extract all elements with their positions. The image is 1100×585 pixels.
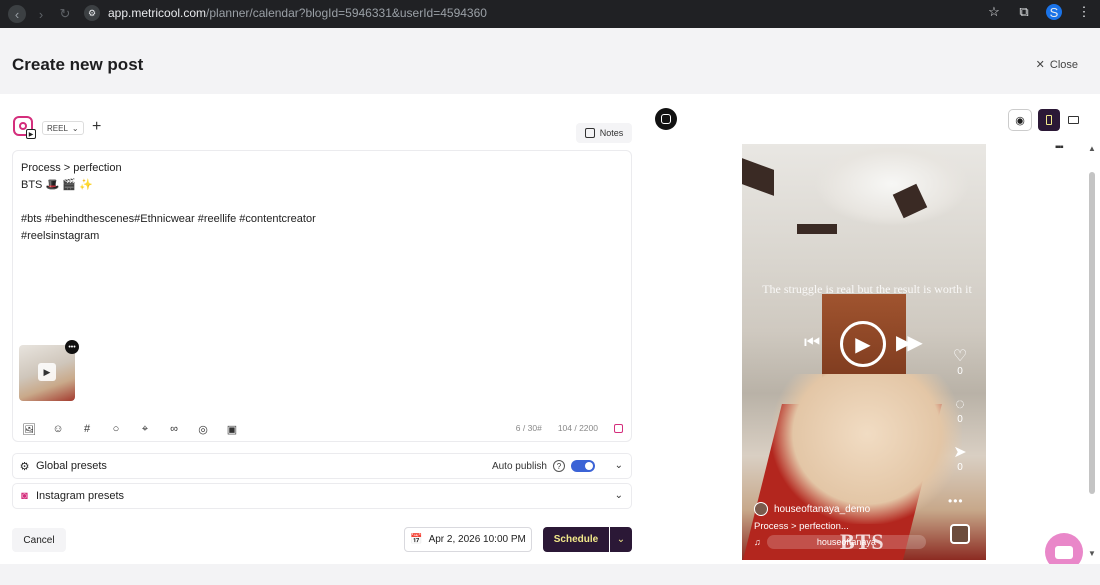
site-info-icon[interactable]: ⚙ (84, 5, 100, 21)
close-icon: ✕ (1035, 59, 1045, 71)
url-host: app.metricool.com (108, 6, 207, 20)
comment-stat: ◌ 0 (948, 396, 972, 425)
chevron-down-icon[interactable]: ⌄ (615, 490, 623, 501)
chat-icon (1055, 545, 1073, 559)
post-counters: 6 / 30# 104 / 2200 (516, 423, 623, 433)
instagram-icon: ◙ (21, 490, 28, 502)
heart-icon: ♡ (952, 348, 968, 365)
more-options-icon[interactable]: ••• (65, 340, 79, 354)
rewind-icon[interactable]: ⏮ (804, 332, 820, 353)
hashtag-icon[interactable]: # (79, 421, 95, 437)
global-presets-label: Global presets (36, 460, 107, 472)
help-icon[interactable]: ? (553, 460, 565, 472)
more-icon: ••• (948, 494, 964, 508)
bottom-bar (0, 564, 1100, 585)
desktop-preview-icon[interactable] (1062, 109, 1084, 131)
forward-icon[interactable]: › (32, 5, 50, 23)
instagram-network-icon[interactable]: ▶ (13, 116, 36, 139)
caption-line: #reelsinstagram (21, 230, 100, 242)
page-header: Create new post ✕ Close (0, 28, 1100, 94)
date-picker-button[interactable]: 📅 Apr 2, 2026 10:00 PM (404, 527, 532, 552)
play-icon[interactable]: ▶ (840, 321, 886, 367)
back-icon[interactable]: ‹ (8, 5, 26, 23)
avatar (754, 502, 768, 516)
video-overlay-text: The struggle is real but the result is w… (762, 282, 972, 296)
music-icon: ♫ (754, 537, 761, 547)
url-path: /planner/calendar?blogId=5946331&userId=… (206, 6, 487, 20)
global-presets-row[interactable]: ⚙ Global presets Auto publish ? ⌄ (12, 453, 632, 479)
grid-icon[interactable]: ▪▪▪ (1055, 142, 1064, 153)
schedule-options-chevron-icon[interactable]: ⌄ (610, 527, 632, 552)
fast-forward-icon[interactable]: ▶▶ (896, 330, 923, 355)
hashtag-counter: 6 / 30# (515, 423, 542, 433)
ai-assistant-icon[interactable]: ◎ (195, 421, 211, 437)
media-thumbnail[interactable]: ▶ (19, 345, 75, 401)
link-icon[interactable]: ∞ (166, 421, 182, 437)
folder-icon[interactable]: ▣ (224, 421, 240, 437)
scrollbar-thumb[interactable] (1089, 172, 1095, 494)
reload-icon[interactable]: ↻ (56, 5, 74, 23)
caption-line: Process > perfection (21, 162, 122, 174)
date-label: Apr 2, 2026 10:00 PM (428, 534, 526, 545)
audio-disc-icon (950, 524, 970, 544)
gear-icon: ⚙ (19, 460, 30, 473)
close-label: Close (1049, 58, 1078, 71)
caption-text[interactable]: Process > perfection BTS 🎩 🎬 ✨ #bts #behi… (21, 160, 316, 245)
close-button[interactable]: ✕ Close (1035, 58, 1078, 72)
autopublish-label: Auto publish (491, 460, 547, 472)
preview-username: houseoftanaya_demo (774, 503, 871, 515)
emoji-icon[interactable]: ☺ (50, 421, 66, 437)
preview-audio: ♫ houseoftanaya (754, 534, 926, 550)
scroll-down-icon[interactable]: ▼ (1088, 549, 1096, 558)
comment-icon[interactable]: ○ (108, 421, 124, 437)
chevron-down-icon[interactable]: ⌄ (615, 460, 623, 471)
location-icon[interactable]: ⌖ (137, 421, 153, 437)
post-type-select[interactable]: REEL ⌄ (42, 121, 84, 135)
preview-caption: Process > perfection... (754, 521, 849, 532)
bookmark-star-icon[interactable]: ☆ (986, 4, 1002, 20)
notes-button[interactable]: Notes (576, 123, 632, 143)
caption-line (21, 194, 316, 211)
caption-editor[interactable]: Process > perfection BTS 🎩 🎬 ✨ #bts #behi… (12, 150, 632, 442)
instagram-presets-row[interactable]: ◙ Instagram presets ⌄ (12, 483, 632, 509)
browser-toolbar: ‹ › ↻ ⚙ app.metricool.com/planner/calend… (0, 0, 1100, 28)
media-library-icon[interactable]: 🖼 (21, 421, 37, 437)
schedule-button[interactable]: Schedule (543, 527, 609, 552)
audio-label: houseoftanaya (766, 535, 926, 549)
comment-icon: ◌ (955, 396, 965, 413)
cancel-button[interactable]: Cancel (12, 528, 66, 552)
instagram-icon (614, 423, 623, 433)
char-counter: 104 / 2200 (557, 423, 598, 433)
autopublish-toggle[interactable] (571, 460, 595, 472)
preview-user: houseoftanaya_demo (754, 502, 870, 516)
reel-preview[interactable]: The struggle is real but the result is w… (742, 144, 986, 560)
add-network-icon[interactable]: + (92, 119, 101, 135)
like-stat: ♡ 0 (948, 348, 972, 377)
instagram-presets-label: Instagram presets (36, 490, 125, 502)
caption-line: BTS 🎩 🎬 ✨ (21, 179, 93, 191)
caption-line: #bts #behindthescenes#Ethnicwear #reelli… (21, 213, 316, 225)
send-icon: ➤ (953, 444, 967, 461)
post-type-value: REEL (47, 123, 68, 133)
notes-label: Notes (599, 128, 624, 138)
page-title: Create new post (12, 55, 144, 74)
play-icon: ▶ (38, 363, 56, 381)
share-stat: ➤ 0 (948, 444, 972, 473)
extensions-icon[interactable]: ⧉ (1016, 4, 1032, 20)
instagram-preview-icon (655, 108, 677, 130)
autopublish-control: Auto publish ? (492, 460, 595, 472)
scroll-up-icon[interactable]: ▲ (1088, 144, 1096, 153)
reel-badge-icon: ▶ (26, 129, 36, 139)
mobile-preview-icon[interactable] (1038, 109, 1060, 131)
chevron-down-icon: ⌄ (71, 123, 79, 133)
notes-icon (584, 128, 595, 138)
calendar-icon: 📅 (410, 534, 423, 545)
profile-avatar[interactable]: S (1046, 4, 1062, 20)
browser-menu-icon[interactable]: ⋮ (1076, 4, 1092, 20)
address-bar[interactable]: ⚙ app.metricool.com/planner/calendar?blo… (84, 2, 1004, 24)
eye-icon[interactable]: ◉ (1008, 109, 1032, 131)
